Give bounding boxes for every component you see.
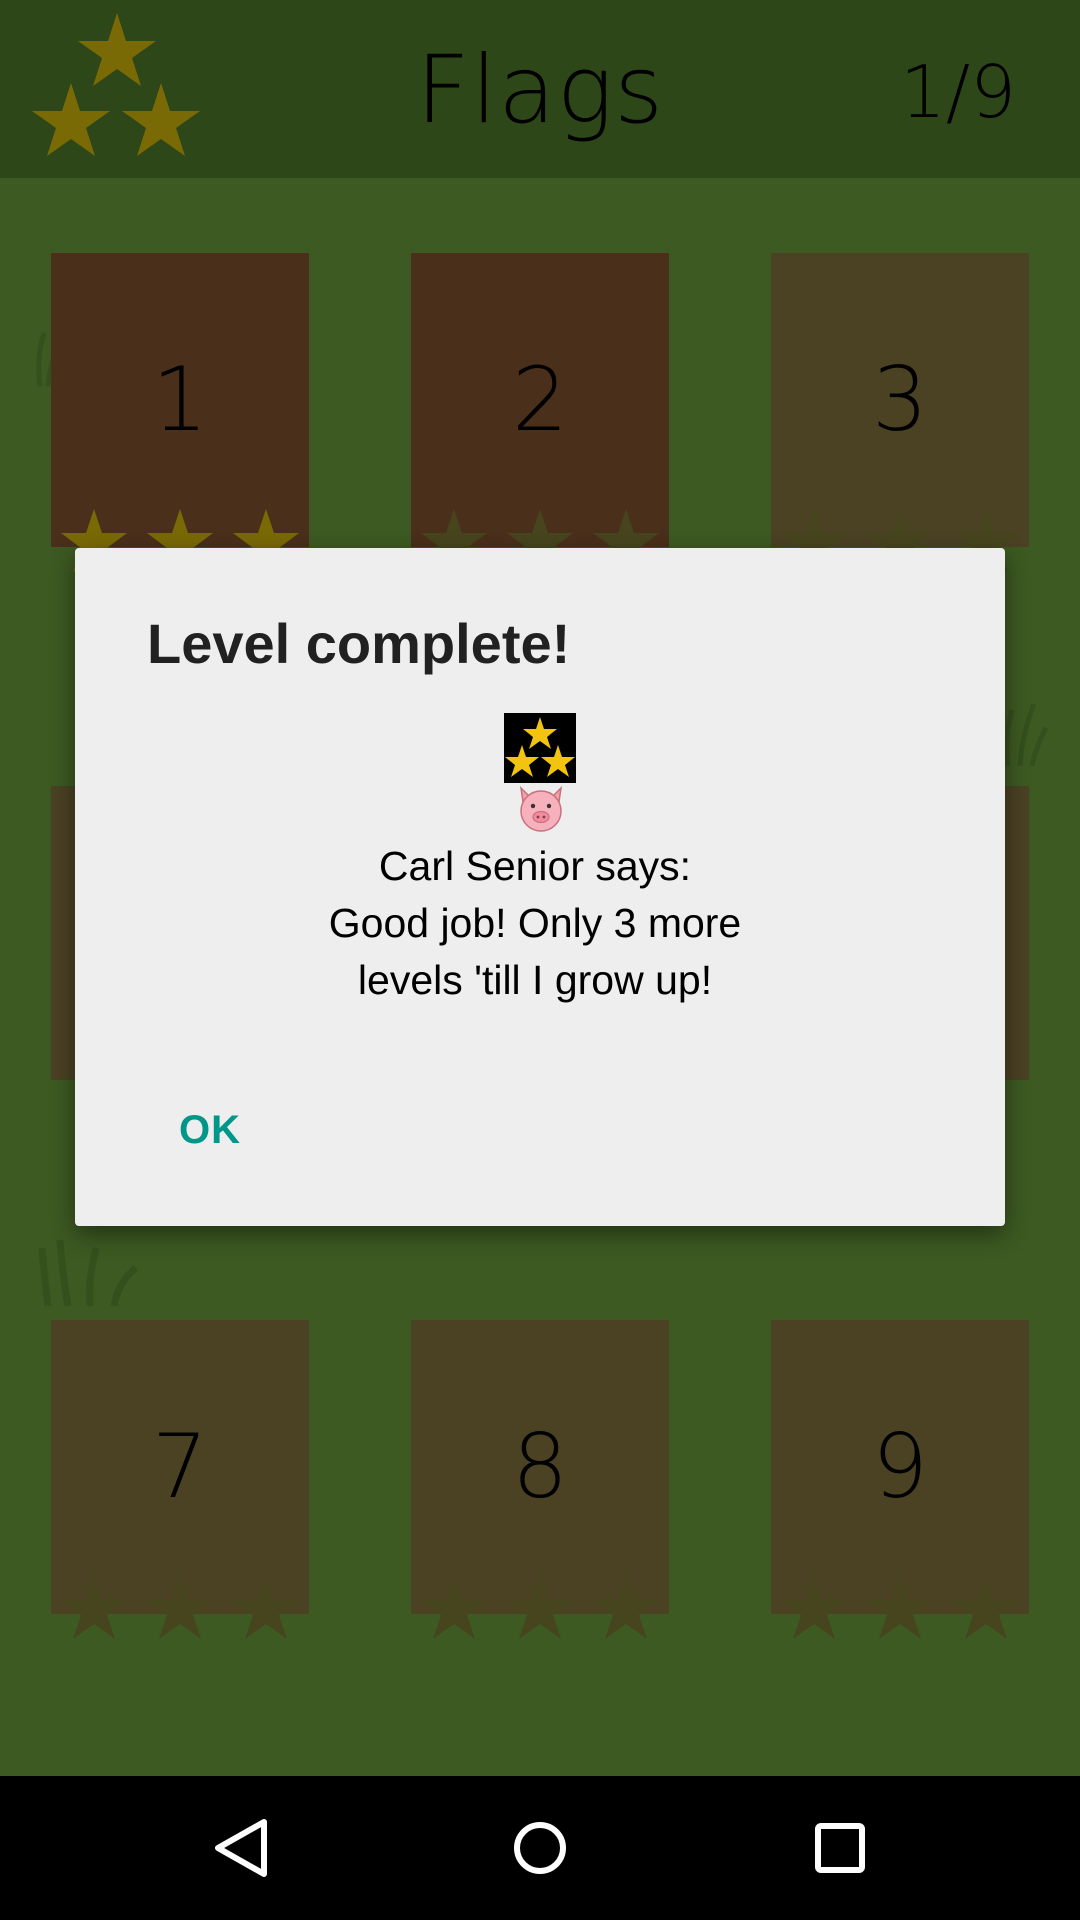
dialog-message: Carl Senior says: Good job! Only 3 more … bbox=[75, 838, 995, 1009]
message-line: levels 'till I grow up! bbox=[357, 957, 713, 1003]
recents-icon[interactable] bbox=[804, 1812, 876, 1884]
message-line: Carl Senior says: bbox=[378, 843, 692, 889]
message-line: Good job! Only 3 more bbox=[328, 900, 742, 946]
home-icon[interactable] bbox=[504, 1812, 576, 1884]
three-stars-badge-icon bbox=[504, 713, 576, 783]
system-navigation-bar bbox=[0, 1776, 1080, 1920]
ok-button[interactable]: OK bbox=[171, 1104, 249, 1157]
level-complete-dialog: Level complete! Carl Senior says: Good j… bbox=[75, 548, 1005, 1226]
back-icon[interactable] bbox=[206, 1812, 278, 1884]
dialog-title: Level complete! bbox=[147, 612, 571, 675]
pig-face-icon bbox=[519, 785, 563, 832]
